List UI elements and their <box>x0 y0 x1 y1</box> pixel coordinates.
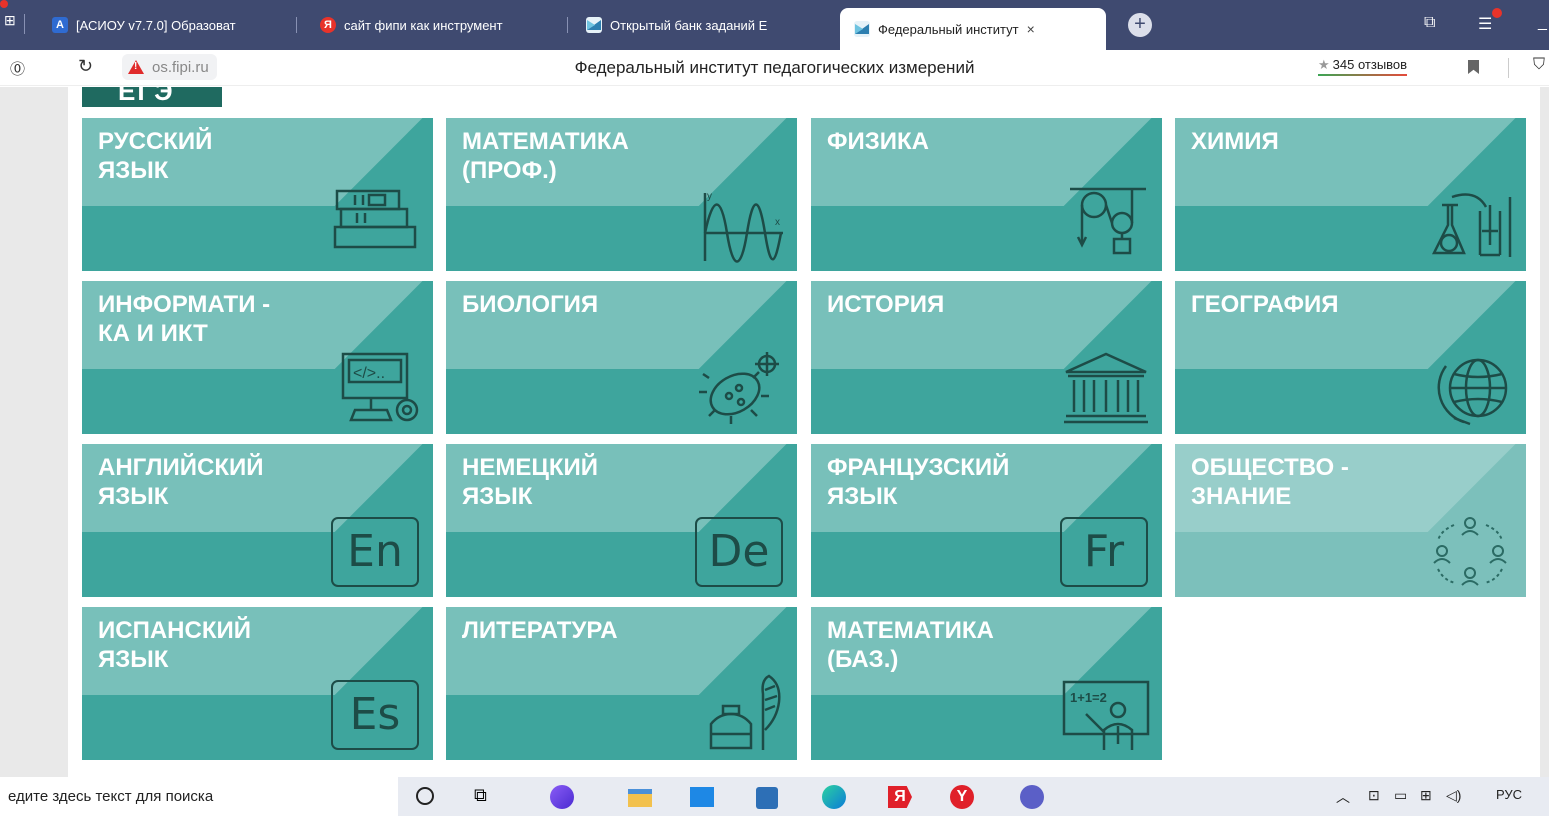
inkpen-icon <box>695 674 787 754</box>
pulley-icon <box>1060 185 1152 265</box>
flask-icon <box>1424 185 1516 265</box>
subject-title: Литература <box>462 617 618 644</box>
lang-es-icon: Es <box>331 680 419 750</box>
computer-icon: </>.. <box>331 348 423 428</box>
tray-app-icon[interactable]: ⊡ <box>1368 787 1380 804</box>
lang-en-icon: En <box>331 517 419 587</box>
subject-tile-history[interactable]: История <box>811 281 1162 434</box>
tab-open-bank[interactable]: Открытый банк заданий Е <box>586 9 831 41</box>
subject-tile-math-base[interactable]: Математика (баз.) 1+1=2 <box>811 607 1162 760</box>
subject-tile-russian[interactable]: Русский язык <box>82 118 433 271</box>
subject-tile-social-studies[interactable]: Общество - знание <box>1175 444 1526 597</box>
subject-title: Английский язык <box>98 454 264 510</box>
task-view-icon[interactable]: ⧉ <box>474 785 498 809</box>
divider <box>24 14 25 34</box>
fipi-favicon-icon <box>854 21 870 37</box>
lang-de-icon: De <box>695 517 783 587</box>
bacteria-icon <box>695 348 787 428</box>
tab-asiou[interactable]: A [АСИОУ v7.7.0] Образоват <box>52 9 297 41</box>
asiou-favicon-icon: A <box>52 17 68 33</box>
tab-label: Федеральный институт <box>878 21 1019 37</box>
graph-icon: yx <box>695 185 787 265</box>
svg-text:</>..: </>.. <box>353 365 385 382</box>
teams-icon[interactable] <box>1020 785 1044 809</box>
yandex-browser-icon[interactable]: Я <box>888 786 912 808</box>
subject-tile-english[interactable]: Английский язык En <box>82 444 433 597</box>
address-bar: ⓪ ↻ os.fipi.ru Федеральный институт педа… <box>0 50 1549 86</box>
subject-title: Испанский язык <box>98 617 251 673</box>
reviews-link[interactable]: ★ 345 отзывов <box>1318 57 1408 76</box>
books-icon <box>331 185 423 265</box>
subject-tile-informatics[interactable]: Информати - ка и ИКТ </>.. <box>82 281 433 434</box>
page-title: Федеральный институт педагогических изме… <box>574 58 975 77</box>
subject-tile-french[interactable]: Французский язык Fr <box>811 444 1162 597</box>
tab-label: сайт фипи как инструмент <box>344 17 503 33</box>
tab-label: [АСИОУ v7.7.0] Образоват <box>76 17 236 33</box>
new-tab-button[interactable]: + <box>1128 13 1152 37</box>
downloads-icon[interactable]: ☰ <box>1478 14 1492 34</box>
tab-fipi-active[interactable]: Федеральный институт × <box>840 8 1106 50</box>
volume-icon[interactable]: ◁) <box>1446 787 1461 804</box>
subject-title: Немецкий язык <box>462 454 599 510</box>
alice-icon[interactable] <box>550 785 574 809</box>
subject-tile-german[interactable]: Немецкий язык De <box>446 444 797 597</box>
subject-title: Математика (баз.) <box>827 617 994 673</box>
close-tab-icon[interactable]: × <box>1027 21 1035 37</box>
subject-tile-math-prof[interactable]: Математика (проф.) yx <box>446 118 797 271</box>
temple-icon <box>1060 348 1152 428</box>
subject-title: Русский язык <box>98 128 213 184</box>
subject-title: География <box>1191 291 1339 318</box>
battery-icon[interactable]: ▭ <box>1394 787 1407 804</box>
notification-dot-icon <box>0 0 8 8</box>
subject-title: История <box>827 291 945 318</box>
tab-label: Открытый банк заданий Е <box>610 17 768 33</box>
subject-title: Математика (проф.) <box>462 128 629 184</box>
svg-text:1+1=2: 1+1=2 <box>1070 690 1107 705</box>
teacher-icon: 1+1=2 <box>1060 674 1152 754</box>
globe-icon <box>1424 348 1516 428</box>
tray-expand-icon[interactable]: ︿ <box>1336 787 1350 807</box>
protect-shield-icon[interactable]: ⛉ <box>1533 56 1545 74</box>
subject-title: Общество - знание <box>1191 454 1349 510</box>
subject-title: Химия <box>1191 128 1279 155</box>
ege-header-tab: ЕГЭ <box>82 87 222 107</box>
subject-tile-physics[interactable]: Физика <box>811 118 1162 271</box>
browser-tab-bar: ⊞ A [АСИОУ v7.7.0] Образоват Я сайт фипи… <box>0 0 1549 50</box>
subject-tile-chemistry[interactable]: Химия <box>1175 118 1526 271</box>
tab-manager-icon[interactable]: ⧉ <box>1424 14 1435 32</box>
yandex-favicon-icon: Я <box>320 17 336 33</box>
store-icon[interactable] <box>756 787 778 809</box>
subject-title: Информати - ка и ИКТ <box>98 291 271 347</box>
minimize-icon[interactable]: _ <box>1538 14 1547 32</box>
subject-tile-biology[interactable]: Биология <box>446 281 797 434</box>
taskbar-search-input[interactable]: едите здесь текст для поиска <box>0 777 398 816</box>
browser-menu-icon[interactable]: ⊞ <box>4 12 16 29</box>
subject-tile-spanish[interactable]: Испанский язык Es <box>82 607 433 760</box>
mail-icon[interactable] <box>690 787 714 807</box>
edge-icon[interactable] <box>822 785 846 809</box>
ege-label: ЕГЭ <box>118 87 175 106</box>
subject-tile-geography[interactable]: География <box>1175 281 1526 434</box>
svg-text:x: x <box>775 217 780 228</box>
language-indicator[interactable]: РУС <box>1496 787 1522 802</box>
tab-search[interactable]: Я сайт фипи как инструмент <box>320 9 568 41</box>
notification-dot-icon <box>1492 8 1502 18</box>
people-icon <box>1424 511 1516 591</box>
subject-tile-literature[interactable]: Литература <box>446 607 797 760</box>
subject-title: Физика <box>827 128 929 155</box>
network-icon[interactable]: ⊞ <box>1420 787 1432 804</box>
page-gutter-left <box>0 87 68 777</box>
file-explorer-icon[interactable] <box>628 789 652 807</box>
windows-taskbar: едите здесь текст для поиска ⧉ Я Y ︿ ⊡ ▭… <box>0 777 1549 816</box>
svg-text:y: y <box>707 191 712 202</box>
page-gutter-right <box>1540 87 1549 777</box>
yandex-icon[interactable]: Y <box>950 785 974 809</box>
cortana-icon[interactable] <box>416 787 434 805</box>
lang-fr-icon: Fr <box>1060 517 1148 587</box>
fipi-favicon-icon <box>586 17 602 33</box>
star-icon: ★ <box>1318 57 1330 72</box>
subject-title: Французский язык <box>827 454 1010 510</box>
subject-title: Биология <box>462 291 599 318</box>
reviews-count: 345 отзывов <box>1332 57 1408 72</box>
